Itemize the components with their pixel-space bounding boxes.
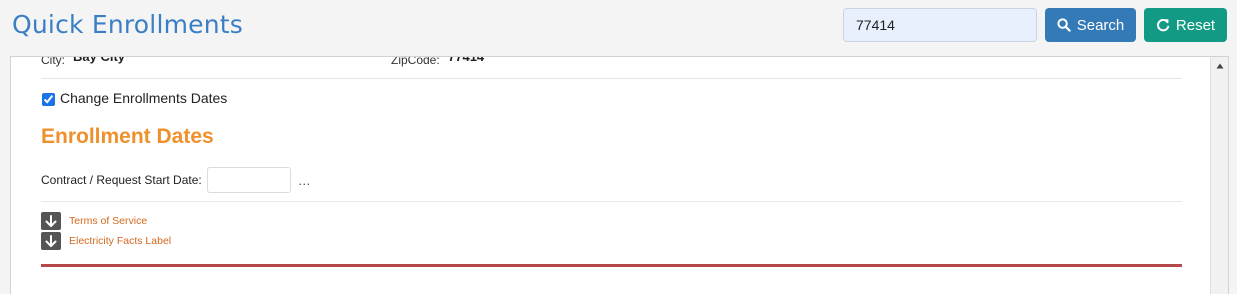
- enrollment-dates-heading: Enrollment Dates: [41, 125, 214, 148]
- enrollment-panel: City: Bay City ZipCode: 77414 Change Enr…: [10, 56, 1229, 294]
- start-date-input[interactable]: [206, 167, 291, 193]
- search-button[interactable]: Search: [1045, 8, 1136, 42]
- scroll-up-arrow-icon[interactable]: [1211, 57, 1228, 74]
- zipcode-value: 77414: [448, 56, 485, 64]
- reset-button[interactable]: Reset: [1144, 8, 1227, 42]
- city-value: Bay City: [73, 56, 126, 64]
- change-dates-label: Change Enrollments Dates: [60, 89, 228, 106]
- search-input[interactable]: [843, 8, 1037, 42]
- download-icon: [41, 232, 61, 250]
- terms-of-service-label: Terms of Service: [69, 215, 148, 227]
- refresh-icon: [1156, 18, 1170, 32]
- zipcode-label: ZipCode:: [391, 56, 440, 67]
- section-separator-red: [41, 264, 1182, 267]
- start-date-label: Contract / Request Start Date:: [41, 173, 202, 187]
- date-picker-button[interactable]: …: [298, 173, 311, 188]
- page-title: Quick Enrollments: [12, 10, 244, 39]
- download-icon: [41, 212, 61, 230]
- search-button-label: Search: [1076, 16, 1125, 34]
- vertical-scrollbar[interactable]: [1210, 57, 1228, 294]
- terms-of-service-link[interactable]: Terms of Service: [41, 212, 147, 230]
- change-dates-checkbox[interactable]: [42, 93, 55, 106]
- search-icon: [1057, 18, 1071, 32]
- electricity-facts-label-text: Electricity Facts Label: [69, 235, 172, 247]
- electricity-facts-label-link[interactable]: Electricity Facts Label: [41, 232, 171, 250]
- change-dates-row[interactable]: Change Enrollments Dates: [41, 89, 227, 106]
- section-divider: [41, 201, 1182, 202]
- reset-button-label: Reset: [1175, 16, 1216, 34]
- address-row: City: Bay City ZipCode: 77414: [41, 56, 1182, 79]
- city-label: City:: [41, 56, 65, 67]
- start-date-row: Contract / Request Start Date: …: [41, 167, 311, 193]
